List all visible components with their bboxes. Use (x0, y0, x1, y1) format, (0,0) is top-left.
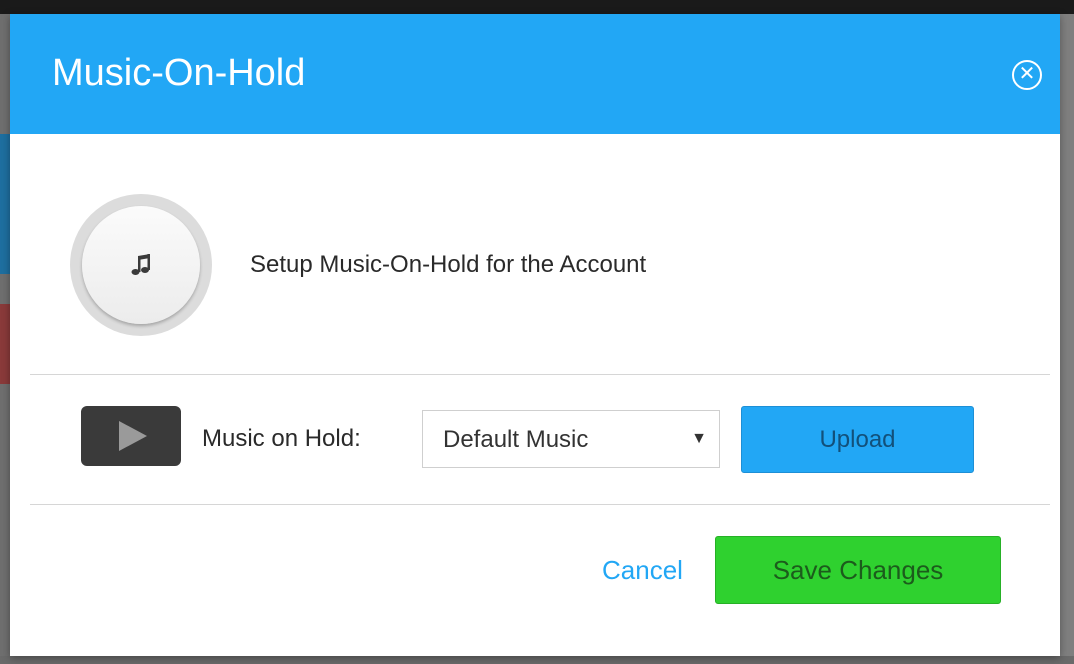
music-select-value: Default Music (443, 426, 589, 453)
cancel-button[interactable]: Cancel (602, 554, 683, 586)
music-select[interactable]: Default Music ▼ (422, 410, 720, 468)
dialog-header: Music-On-Hold ✕ (10, 14, 1060, 134)
close-icon[interactable]: ✕ (1012, 60, 1042, 90)
footer-divider (30, 504, 1050, 505)
music-icon-badge (70, 194, 212, 336)
background-red-block (0, 304, 10, 384)
intro-description: Setup Music-On-Hold for the Account (250, 251, 647, 278)
background-bottom-bar (0, 656, 1074, 664)
background-right-strip (1060, 14, 1074, 664)
upload-button[interactable]: Upload (741, 406, 974, 473)
play-icon (119, 421, 147, 451)
music-icon-circle (82, 206, 200, 324)
chevron-down-icon: ▼ (691, 430, 707, 447)
music-note-icon (131, 254, 150, 275)
dialog-title: Music-On-Hold (52, 52, 306, 94)
play-button[interactable] (81, 406, 181, 466)
background-left-strip (0, 14, 10, 664)
background-topbar (0, 0, 1074, 14)
background-blue-block (0, 134, 10, 274)
section-divider (30, 374, 1050, 375)
music-on-hold-dialog: Music-On-Hold ✕ Setup Music-On-Hold for … (10, 14, 1060, 656)
save-changes-button[interactable]: Save Changes (715, 536, 1001, 604)
music-on-hold-label: Music on Hold: (202, 425, 361, 452)
